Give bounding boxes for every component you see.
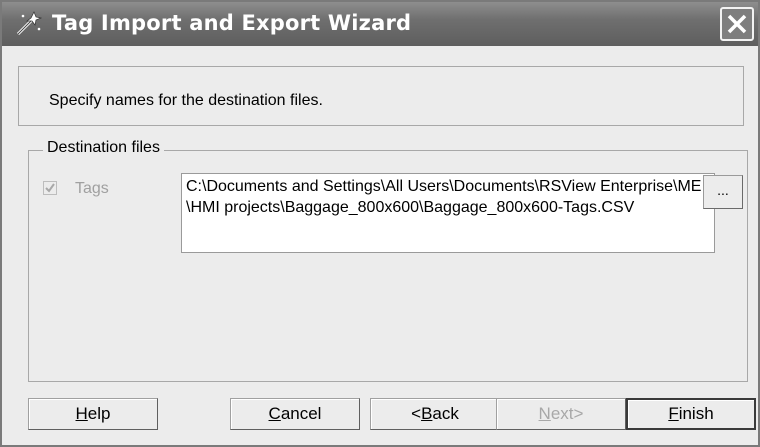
- cancel-mnemonic: C: [268, 404, 281, 423]
- next-button[interactable]: Next>: [496, 398, 626, 430]
- finish-button[interactable]: Finish: [626, 398, 756, 430]
- cancel-button[interactable]: Cancel: [230, 398, 360, 430]
- close-icon: [727, 14, 747, 34]
- back-mnemonic: B: [421, 404, 433, 423]
- group-label: Destination files: [43, 139, 164, 157]
- help-mnemonic: H: [75, 404, 88, 423]
- help-label-rest: elp: [87, 404, 111, 423]
- browse-button[interactable]: ...: [703, 175, 743, 209]
- tags-destination-path-field[interactable]: C:\Documents and Settings\All Users\Docu…: [181, 173, 715, 253]
- next-mnemonic: N: [538, 404, 551, 423]
- title-bar[interactable]: Tag Import and Export Wizard: [2, 2, 758, 46]
- wizard-wand-icon: [16, 11, 42, 36]
- tags-checkbox[interactable]: [43, 181, 57, 195]
- wizard-window: Tag Import and Export Wizard Specify nam…: [0, 0, 760, 447]
- back-prefix: <: [411, 404, 422, 423]
- close-button[interactable]: [720, 7, 754, 41]
- back-button[interactable]: <Back: [370, 398, 500, 430]
- finish-label-rest: inish: [678, 404, 714, 423]
- finish-mnemonic: F: [668, 404, 679, 423]
- instruction-panel: Specify names for the destination files.: [18, 66, 744, 126]
- checkmark-icon: [45, 183, 55, 193]
- tags-checkbox-label: Tags: [75, 180, 109, 197]
- help-button[interactable]: Help: [28, 398, 158, 430]
- back-label-rest: ack: [432, 404, 459, 423]
- window-title: Tag Import and Export Wizard: [52, 11, 412, 35]
- next-label-rest: ext>: [550, 404, 584, 423]
- cancel-label-rest: ancel: [280, 404, 322, 423]
- destination-files-group: Destination files Tags C:\Documents and …: [28, 139, 748, 382]
- instruction-text: Specify names for the destination files.: [49, 92, 323, 109]
